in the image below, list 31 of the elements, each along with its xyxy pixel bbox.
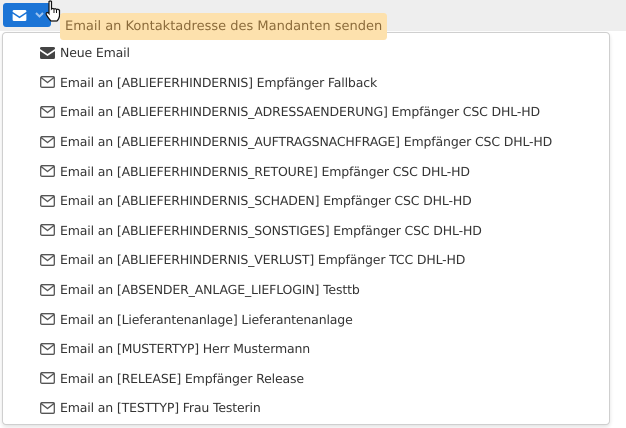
menu-item[interactable]: Email an [ABLIEFERHINDERNIS_RETOURE] Empfänger CSC DHL-HD xyxy=(60,164,470,179)
envelope-icon xyxy=(40,136,55,148)
envelope-icon xyxy=(40,106,55,118)
email-button[interactable] xyxy=(3,3,51,27)
menu-item[interactable]: Email an [TESTTYP] Frau Testerin xyxy=(60,400,261,416)
menu-item[interactable]: Email an [ABLIEFERHINDERNIS_ADRESSAENDERUNG] Empfänger CSC DHL-HD xyxy=(60,104,540,120)
hand-cursor-icon xyxy=(45,0,61,22)
menu-item[interactable]: Email an [ABLIEFERHINDERNIS_AUFTRAGSNACHFRAGE] Empfänger CSC DHL-HD xyxy=(60,134,552,150)
envelope-icon xyxy=(40,194,55,207)
menu-item[interactable]: Email an [ABSENDER_ANLAGE_LIEFLOGIN] Testtb xyxy=(60,282,360,298)
envelope-icon xyxy=(40,76,55,88)
envelope-icon xyxy=(40,165,55,178)
menu-item[interactable]: Email an [ABLIEFERHINDERNIS_SCHADEN] Empfänger CSC DHL-HD xyxy=(60,193,472,208)
envelope-icon xyxy=(40,46,55,59)
caret-icon xyxy=(35,12,44,18)
tooltip: Email an Kontaktadresse des Mandanten senden xyxy=(60,13,388,40)
envelope-icon xyxy=(40,284,55,296)
envelope-icon xyxy=(40,313,55,326)
menu-item[interactable]: Email an [Lieferantenanlage] Lieferantenanlage xyxy=(60,312,353,327)
envelope-icon xyxy=(40,254,55,266)
envelope-icon xyxy=(40,402,55,414)
menu-item[interactable]: Email an [RELEASE] Empfänger Release xyxy=(60,370,304,386)
menu-item[interactable]: Neue Email xyxy=(60,45,130,60)
envelope-icon xyxy=(40,224,55,236)
envelope-icon xyxy=(12,10,27,20)
menu-item[interactable]: Email an [ABLIEFERHINDERNIS] Empfänger Fallback xyxy=(60,74,378,90)
envelope-icon xyxy=(40,372,55,384)
menu-item[interactable]: Email an [ABLIEFERHINDERNIS_SONSTIGES] Empfänger CSC DHL-HD xyxy=(60,222,482,238)
menu-item[interactable]: Email an [ABLIEFERHINDERNIS_VERLUST] Empfänger TCC DHL-HD xyxy=(60,252,466,268)
menu-item[interactable]: Email an [MUSTERTYP] Herr Mustermann xyxy=(60,341,310,356)
envelope-icon xyxy=(40,342,55,355)
